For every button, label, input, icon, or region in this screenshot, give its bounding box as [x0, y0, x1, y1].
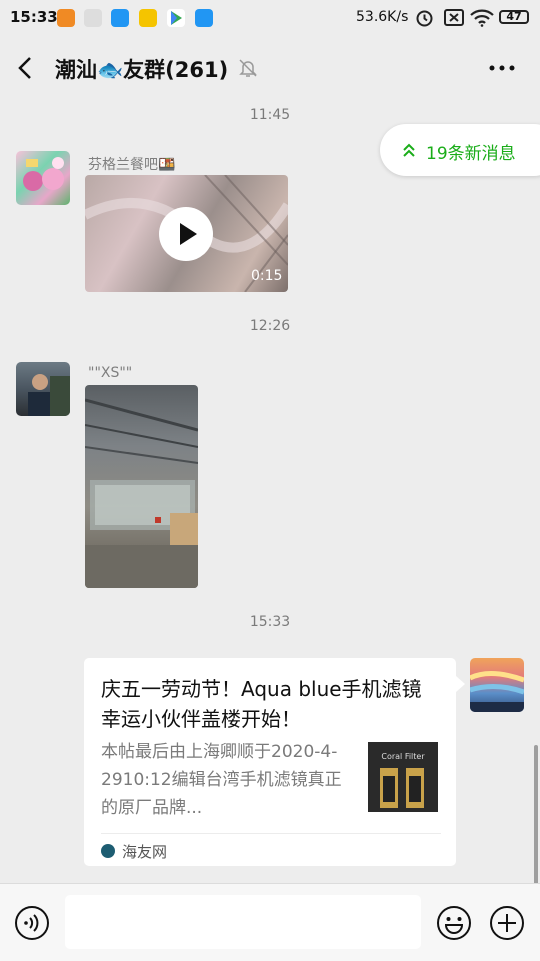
battery-icon: 47: [499, 10, 529, 24]
scrollbar[interactable]: [534, 745, 538, 885]
avatar[interactable]: [470, 658, 524, 712]
mute-icon: [238, 58, 258, 78]
link-card-title: 庆五一劳动节！Aqua blue手机滤镜幸运小伙伴盖楼开始！: [101, 677, 422, 731]
link-card-thumbnail: Coral Filter: [368, 742, 438, 812]
sim-icon: [444, 9, 464, 30]
plus-icon[interactable]: [489, 905, 525, 941]
double-chevron-up-icon: [402, 141, 416, 159]
app-notification-icon: [84, 9, 102, 27]
network-speed: 53.6K/s: [356, 9, 409, 25]
sender-name: 芬格兰餐吧🍱: [88, 157, 176, 173]
message-timestamp: 15:33: [249, 614, 291, 630]
status-time: 15:33: [10, 8, 58, 26]
link-card-description: 本帖最后由上海卿顺于2020-4-2910:12编辑台湾手机滤镜真正的原厂品牌.…: [101, 742, 342, 818]
video-duration: 0:15: [251, 268, 283, 284]
divider: [101, 833, 441, 834]
source-logo-icon: [101, 844, 115, 858]
link-card-source: 海友网: [122, 843, 168, 861]
app-notification-icon: [111, 9, 129, 27]
avatar[interactable]: [16, 151, 70, 205]
back-icon[interactable]: [12, 54, 40, 82]
chat-header: 潮汕🐟友群(261): [0, 36, 540, 100]
app-notification-icon: [195, 9, 213, 27]
emoji-icon[interactable]: [436, 905, 472, 941]
input-bar: [0, 883, 540, 961]
chat-title: 潮汕🐟友群(261): [55, 58, 229, 82]
bubble-tail: [456, 676, 465, 692]
wifi-icon: [470, 8, 494, 31]
more-icon[interactable]: [484, 56, 520, 80]
sender-name: ""XS"": [88, 365, 133, 381]
message-timestamp: 11:45: [249, 107, 291, 123]
message-input[interactable]: [65, 895, 421, 949]
new-messages-button[interactable]: 19条新消息: [380, 124, 540, 176]
status-bar: 15:33 53.6K/s 47: [0, 0, 540, 36]
app-notification-icon: [57, 9, 75, 27]
new-messages-label: 19条新消息: [426, 144, 516, 164]
image-message[interactable]: [85, 385, 198, 588]
voice-icon[interactable]: [14, 905, 50, 941]
app-notification-icon: [139, 9, 157, 27]
play-icon[interactable]: [159, 207, 213, 261]
alarm-icon: [415, 8, 434, 31]
play-store-icon: [167, 9, 185, 27]
link-card-message[interactable]: 庆五一劳动节！Aqua blue手机滤镜幸运小伙伴盖楼开始！ 本帖最后由上海卿顺…: [84, 658, 456, 866]
video-message[interactable]: 0:15: [85, 175, 288, 292]
avatar[interactable]: [16, 362, 70, 416]
message-timestamp: 12:26: [249, 318, 291, 334]
